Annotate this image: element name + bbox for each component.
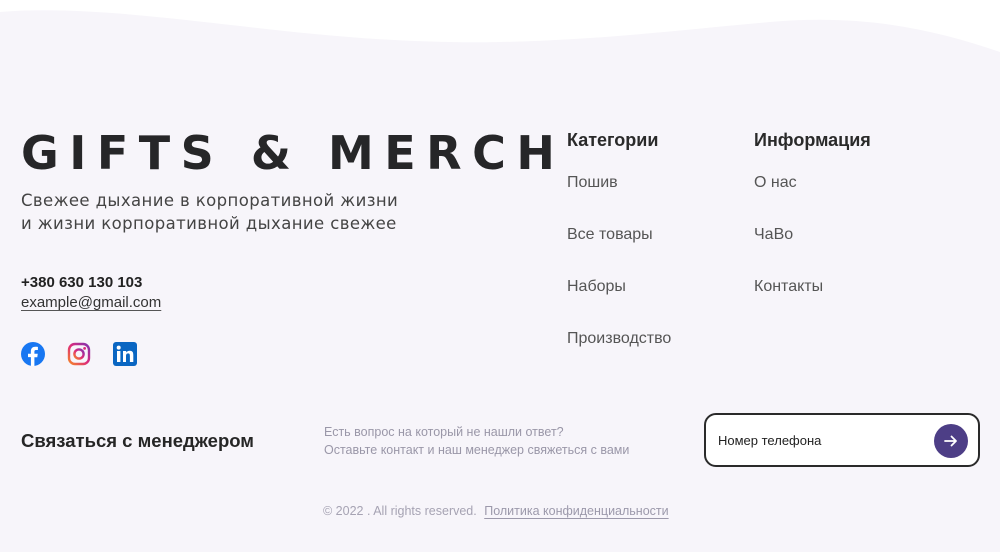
copyright-text: © 2022 . All rights reserved. xyxy=(323,504,477,518)
top-wave-decoration xyxy=(0,0,1000,52)
category-link-all-products[interactable]: Все товары xyxy=(567,226,671,278)
tagline-line-2: и жизни корпоративной дыхание свежее xyxy=(21,214,397,233)
linkedin-icon[interactable] xyxy=(113,342,137,366)
categories-column: Категории Пошив Все товары Наборы Произв… xyxy=(567,130,671,382)
social-links xyxy=(21,342,137,366)
info-link-faq[interactable]: ЧаВо xyxy=(754,226,871,278)
information-title: Информация xyxy=(754,130,871,150)
brand-tagline: Свежее дыхание в корпоративной жизни и ж… xyxy=(21,189,491,235)
privacy-policy-link[interactable]: Политика конфиденциальности xyxy=(484,504,668,518)
phone-number[interactable]: +380 630 130 103 xyxy=(21,274,142,291)
email-link[interactable]: example@gmail.com xyxy=(21,294,161,311)
category-link-sewing[interactable]: Пошив xyxy=(567,174,671,226)
phone-form xyxy=(704,413,980,467)
facebook-icon[interactable] xyxy=(21,342,45,366)
categories-title: Категории xyxy=(567,130,659,150)
category-link-sets[interactable]: Наборы xyxy=(567,278,671,330)
contact-manager-description: Есть вопрос на который не нашли ответ? О… xyxy=(324,423,694,459)
information-column: Информация О нас ЧаВо Контакты xyxy=(754,130,871,330)
phone-input[interactable] xyxy=(718,427,928,453)
brand-logo[interactable]: GIFTS & MERCH xyxy=(21,128,565,178)
arrow-right-icon xyxy=(944,435,957,447)
info-link-contacts[interactable]: Контакты xyxy=(754,278,871,330)
info-link-about[interactable]: О нас xyxy=(754,174,871,226)
contact-manager-title: Связаться с менеджером xyxy=(21,430,254,451)
contact-desc-line-1: Есть вопрос на который не нашли ответ? xyxy=(324,425,564,439)
submit-button[interactable] xyxy=(934,424,968,458)
instagram-icon[interactable] xyxy=(67,342,91,366)
contact-desc-line-2: Оставьте контакт и наш менеджер свяжетьс… xyxy=(324,443,630,457)
category-link-production[interactable]: Производство xyxy=(567,330,671,382)
tagline-line-1: Свежее дыхание в корпоративной жизни xyxy=(21,191,399,210)
footer-bottom: © 2022 . All rights reserved. Политика к… xyxy=(323,504,669,518)
